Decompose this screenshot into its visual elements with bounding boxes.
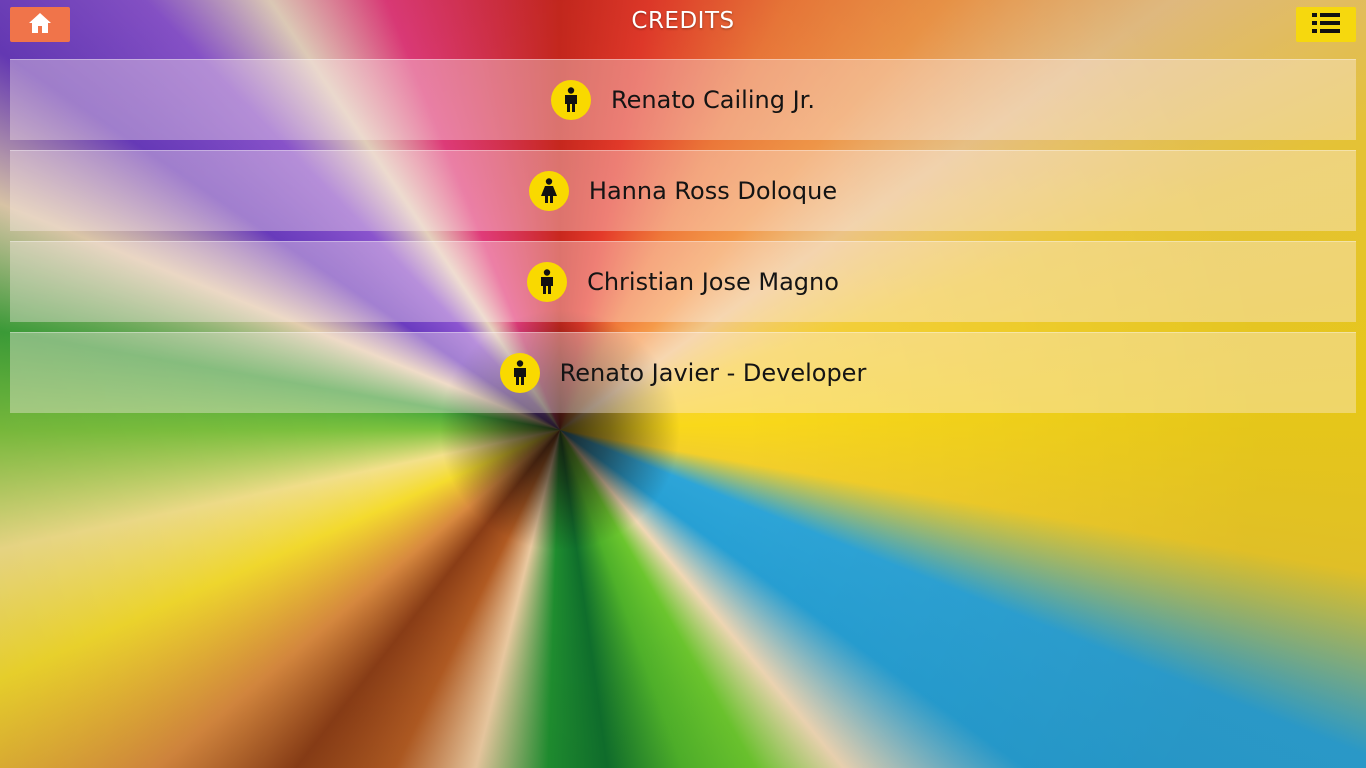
credit-name: Hanna Ross Doloque xyxy=(588,177,838,205)
credit-item: Christian Jose Magno xyxy=(10,241,1356,322)
top-bar: CREDITS xyxy=(0,0,1366,48)
list-icon xyxy=(1312,12,1340,38)
credits-list: Renato Cailing Jr. Hanna Ross Doloque Ch… xyxy=(10,59,1356,423)
credit-name: Renato Cailing Jr. xyxy=(611,86,815,114)
credit-name: Renato Javier - Developer xyxy=(559,359,867,387)
credit-item: Renato Cailing Jr. xyxy=(10,59,1356,140)
male-icon xyxy=(551,80,592,120)
credit-item: Renato Javier - Developer xyxy=(10,332,1356,413)
credit-name: Christian Jose Magno xyxy=(587,268,839,296)
page-title: CREDITS xyxy=(631,8,735,34)
male-icon xyxy=(499,353,540,393)
menu-button[interactable] xyxy=(1296,7,1356,42)
female-icon xyxy=(528,171,569,211)
credit-item: Hanna Ross Doloque xyxy=(10,150,1356,231)
male-icon xyxy=(527,262,568,302)
